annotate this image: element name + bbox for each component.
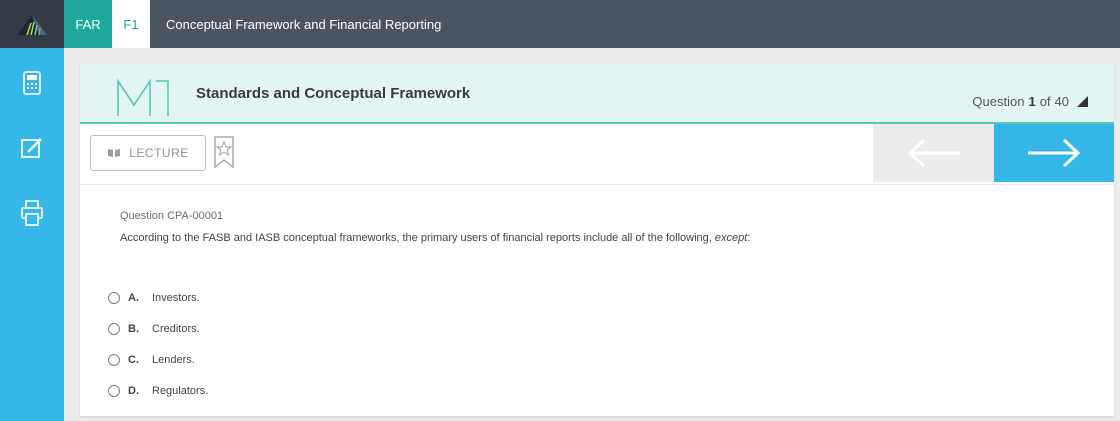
answer-option-d[interactable]: D. Regulators. — [108, 375, 208, 406]
top-bar: FAR F1 Conceptual Framework and Financia… — [0, 0, 1120, 48]
lecture-button[interactable]: LECTURE — [90, 135, 206, 171]
answer-text: Creditors. — [152, 322, 200, 335]
counter-prefix: Question — [972, 94, 1025, 109]
question-toolbar: LECTURE — [80, 124, 1114, 185]
answer-text: Investors. — [152, 291, 200, 304]
question-suffix: : — [747, 232, 751, 244]
notes-button[interactable] — [17, 133, 47, 163]
calculator-button[interactable] — [17, 68, 47, 98]
answer-option-c[interactable]: C. Lenders. — [108, 344, 208, 375]
notes-edit-icon — [21, 138, 42, 158]
counter-current: 1 — [1028, 94, 1036, 109]
lecture-label: LECTURE — [129, 146, 189, 160]
counter-separator: of — [1039, 94, 1051, 109]
module-mark — [117, 79, 169, 116]
app-logo[interactable] — [0, 0, 64, 48]
question-counter[interactable]: Question 1 of 40 — [972, 94, 1088, 109]
logo-icon — [17, 15, 47, 35]
counter-total: 40 — [1054, 94, 1069, 109]
expand-triangle-icon[interactable] — [1077, 96, 1088, 107]
next-question-button[interactable] — [994, 124, 1114, 182]
question-text: According to the FASB and IASB conceptua… — [120, 232, 750, 244]
book-icon — [108, 149, 121, 157]
arrow-left-icon — [907, 138, 960, 168]
sidebar — [0, 48, 64, 421]
answer-letter: A. — [128, 291, 139, 304]
section-tab[interactable]: FAR — [64, 0, 112, 48]
arrow-right-icon — [1028, 138, 1081, 168]
printer-icon — [21, 200, 43, 226]
previous-question-button[interactable] — [873, 124, 994, 182]
radio-button[interactable] — [108, 353, 120, 366]
calculator-icon — [23, 71, 41, 95]
question-emphasis: except — [714, 232, 748, 244]
answer-letter: C. — [128, 353, 139, 366]
answer-option-a[interactable]: A. Investors. — [108, 282, 208, 313]
module-header: Standards and Conceptual Framework Quest… — [80, 64, 1114, 124]
radio-button[interactable] — [108, 384, 120, 397]
answer-text: Lenders. — [152, 353, 195, 366]
module-title: Standards and Conceptual Framework — [196, 85, 471, 102]
question-id: Question CPA-00001 — [120, 210, 224, 222]
question-card: Standards and Conceptual Framework Quest… — [80, 64, 1114, 416]
print-button[interactable] — [17, 198, 47, 228]
radio-button[interactable] — [108, 322, 120, 335]
radio-button[interactable] — [108, 291, 120, 304]
unit-tab[interactable]: F1 — [112, 0, 150, 48]
bookmark-star-icon[interactable] — [213, 136, 235, 168]
answer-option-b[interactable]: B. Creditors. — [108, 313, 208, 344]
answer-letter: D. — [128, 384, 139, 397]
answer-letter: B. — [128, 322, 139, 335]
question-body: According to the FASB and IASB conceptua… — [120, 232, 715, 244]
answer-list: A. Investors. B. Creditors. C. Lenders. … — [108, 282, 208, 406]
answer-text: Regulators. — [152, 384, 209, 397]
unit-title: Conceptual Framework and Financial Repor… — [166, 16, 442, 32]
